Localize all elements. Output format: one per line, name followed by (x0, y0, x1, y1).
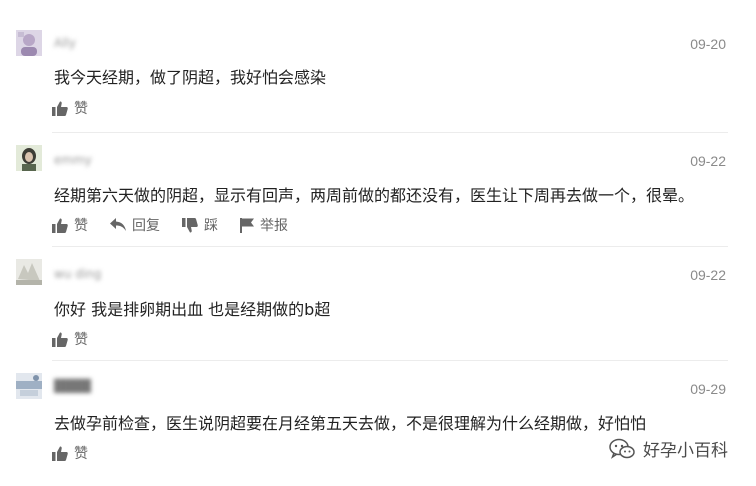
thumbs-up-icon (52, 446, 68, 461)
like-label: 赞 (74, 218, 88, 234)
avatar[interactable] (16, 373, 42, 399)
dislike-label: 踩 (204, 218, 218, 234)
comment-actions: 赞 回复 踩 举报 (52, 215, 310, 235)
comment-actions: 赞 (52, 98, 110, 118)
like-button[interactable]: 赞 (52, 329, 88, 349)
username[interactable]: Ally (54, 36, 76, 50)
avatar[interactable] (16, 30, 42, 56)
report-button[interactable]: 举报 (240, 215, 288, 235)
thumbs-down-icon (182, 217, 198, 232)
comment-date: 09-22 (690, 153, 726, 169)
comment-item: wu ding 09-22 你好 我是排卵期出血 也是经期做的b超 赞 (0, 247, 756, 359)
comment-date: 09-20 (690, 36, 726, 52)
comment-actions: 赞 (52, 443, 110, 463)
comment-text: 我今天经期，做了阴超，我好怕会感染 (54, 68, 327, 87)
avatar[interactable] (16, 259, 42, 285)
thumbs-up-icon (52, 218, 68, 233)
username[interactable]: ████ (54, 379, 91, 393)
reply-arrow-icon (110, 218, 126, 231)
comment-item: emmy 09-22 经期第六天做的阴超，显示有回声，两周前做的都还没有，医生让… (0, 133, 756, 245)
reply-button[interactable]: 回复 (110, 215, 160, 235)
report-label: 举报 (260, 218, 288, 234)
reply-label: 回复 (132, 218, 160, 234)
flag-icon (240, 217, 254, 233)
username[interactable]: emmy (54, 153, 92, 167)
watermark: 好孕小百科 (609, 436, 728, 461)
like-button[interactable]: 赞 (52, 98, 88, 118)
comment-item: Ally 09-20 我今天经期，做了阴超，我好怕会感染 赞 (0, 0, 756, 130)
comment-text: 你好 我是排卵期出血 也是经期做的b超 (54, 300, 331, 319)
thumbs-up-icon (52, 101, 68, 116)
like-label: 赞 (74, 101, 88, 117)
comment-item: ████ 09-29 去做孕前检查，医生说阴超要在月经第五天去做，不是很理解为什… (0, 361, 756, 486)
comment-text: 经期第六天做的阴超，显示有回声，两周前做的都还没有，医生让下周再去做一个，很晕。 (54, 186, 695, 205)
like-label: 赞 (74, 332, 88, 348)
avatar[interactable] (16, 145, 42, 171)
dislike-button[interactable]: 踩 (182, 215, 218, 235)
comment-date: 09-29 (690, 381, 726, 397)
like-button[interactable]: 赞 (52, 215, 88, 235)
comment-text: 去做孕前检查，医生说阴超要在月经第五天去做，不是很理解为什么经期做，好怕怕 (54, 414, 647, 433)
watermark-text: 好孕小百科 (643, 441, 728, 461)
like-button[interactable]: 赞 (52, 443, 88, 463)
comment-actions: 赞 (52, 329, 110, 349)
like-label: 赞 (74, 446, 88, 462)
comment-date: 09-22 (690, 267, 726, 283)
thumbs-up-icon (52, 332, 68, 347)
wechat-icon (609, 438, 635, 459)
username[interactable]: wu ding (54, 267, 101, 281)
